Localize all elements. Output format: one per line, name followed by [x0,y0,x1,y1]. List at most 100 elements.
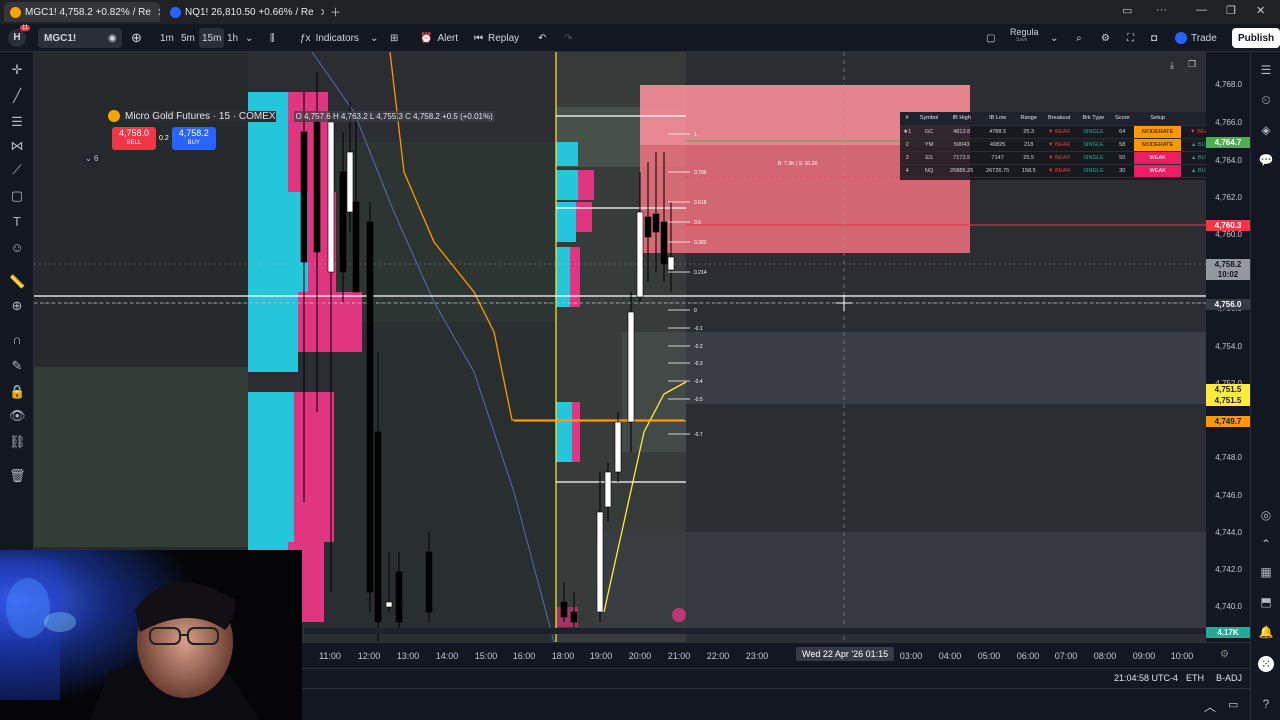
user-avatar[interactable]: H 11 [8,25,31,48]
browser-tab-mgc[interactable]: MGC1! 4,758.2 +0.82% / Re ✕ [4,2,160,22]
table-cell: 158.5 [1015,164,1042,178]
layout-name[interactable]: Regula Save [1010,27,1039,47]
more-icon[interactable]: ··· [1156,4,1167,16]
table-header-cell: Setup [1134,112,1182,126]
alerts-clock-icon[interactable]: ⏲ [1258,92,1274,108]
alert-label: Alert [437,32,459,44]
apps-icon[interactable]: ⁙ [1258,656,1274,672]
table-row: ★1 GC 4813.8 4788.5 25.3 ▼ BEAR SINGLE 64 MODERA… [900,125,1206,139]
browser-tab-nq[interactable]: NQ1! 26,810.50 +0.66% / Re ✕ [164,2,324,22]
settings-icon[interactable]: ⚙ [1220,649,1229,660]
chat-icon[interactable]: 💬 [1258,152,1274,168]
ohlc-values: O 4,757.6 H 4,763.2 L 4,755.3 C 4,758.2 … [293,110,495,122]
add-symbol-icon[interactable]: ⊕ [131,28,142,48]
interval-1m[interactable]: 1m [160,28,174,48]
sell-button[interactable]: 4,758.0 SELL [112,126,156,150]
calendar-icon[interactable]: ▦ [1258,564,1274,580]
close-icon[interactable]: ✕ [314,6,324,19]
chevron-up-icon[interactable]: ︿ [1204,698,1216,715]
maximize-icon[interactable]: ❐ [1188,59,1196,70]
fib-label: 0.786 [694,170,707,176]
help-icon[interactable]: ? [1258,696,1274,712]
clock[interactable]: 21:04:58 UTC-4 [1114,673,1178,683]
time-cursor-label: Wed 22 Apr '26 01:15 [796,647,895,661]
watchlist-icon[interactable]: ☰ [1258,62,1274,78]
indicators-label: Indicators [315,32,359,44]
text-tool-icon[interactable]: T [9,214,25,230]
compare-icon[interactable]: ◉ [108,28,117,48]
chevron-down-icon[interactable]: ⌄ [245,28,253,48]
redo-icon[interactable]: ↷ [564,28,572,48]
link-icon[interactable]: ⛓ [9,434,26,450]
fullscreen-icon[interactable]: ⛶ [1127,28,1134,48]
adjustment-toggle[interactable]: B-ADJ [1216,673,1242,683]
gear-icon[interactable]: ⚙ [1101,28,1110,48]
replay-button[interactable]: ⏮ Replay [474,28,519,48]
table-cell: ▼ BEAR 70% [1181,125,1206,139]
target-icon[interactable]: ◎ [1258,507,1274,523]
interval-5m[interactable]: 5m [181,28,195,48]
trade-button[interactable]: Trade [1175,28,1217,48]
layout-icon[interactable]: ▢ [986,28,995,48]
candle-body [346,151,354,213]
bell-icon[interactable]: 🔔 [1258,624,1274,640]
ideas-icon[interactable]: ⌃ [1258,536,1274,552]
templates-icon[interactable]: ⊞ [390,28,398,48]
table-cell: SINGLE [1076,125,1111,139]
emoji-icon[interactable]: ☺ [9,240,25,256]
camera-icon[interactable]: ◘ [1151,28,1157,48]
candle-body [652,213,660,233]
pencil-lock-icon[interactable]: ✎ [9,358,25,374]
price-label: 4,748.0 [1215,453,1242,462]
trash-icon[interactable]: 🗑 [9,468,26,484]
forecast-icon[interactable]: ⟋ [9,162,25,178]
maximize-panel-icon[interactable]: ▭ [1228,698,1238,711]
geometric-shapes-icon[interactable]: ▢ [9,188,25,204]
cast-icon[interactable]: ▭ [1122,4,1132,17]
close-icon[interactable]: ✕ [151,6,160,19]
ruler-icon[interactable]: 📏 [9,274,25,290]
table-row: 2 YM 50043 49825 218 ▼ BEAR SINGLE 58 MODERATE ▲ … [900,138,1206,152]
window-close-icon[interactable]: ✕ [1256,4,1265,17]
session-toggle[interactable]: ETH [1186,673,1204,683]
publish-button[interactable]: Publish [1232,28,1280,48]
table-header-cell: IB Low [979,112,1016,126]
buy-label: BUY [187,139,200,146]
buy-button[interactable]: 4,758.2 BUY [171,126,216,150]
new-tab-icon[interactable]: ＋ [330,4,341,20]
download-icon[interactable]: ⤓ [1170,60,1174,71]
time-label: 21:00 [667,651,691,661]
search-icon[interactable]: ⌕ [1076,28,1082,48]
price-label: 4,766.0 [1215,118,1242,127]
table-cell: 4813.8 [943,125,980,139]
lock-icon[interactable]: 🔒 [9,384,25,400]
magnet-icon[interactable]: ∩ [9,332,25,348]
right-sidebar: ☰ ⏲ ◈ 💬 ◎ ⌃ ▦ ⬒ 🔔 ⁙ ? [1250,52,1280,720]
chevron-down-icon[interactable]: ⌄ [1050,28,1058,48]
layers-icon[interactable]: ◈ [1258,122,1274,138]
time-label: 19:00 [589,651,613,661]
indicators-button[interactable]: ƒx Indicators [300,28,359,48]
indicator-collapse[interactable]: ⌄ 6 [82,154,102,163]
notifications-icon[interactable]: ⬒ [1258,594,1274,610]
pattern-icon[interactable]: ⋈ [9,138,25,154]
fib-label: 0.214 [694,270,707,276]
interval-1h[interactable]: 1h [227,28,238,48]
trend-line-icon[interactable]: ╱ [9,88,25,104]
fib-tool-icon[interactable]: ☰ [9,114,25,130]
restore-icon[interactable]: ❐ [1226,4,1236,17]
price-axis[interactable]: 4,768.04,766.04,764.04,762.04,760.04,758… [1206,52,1250,642]
chevron-down-icon[interactable]: ⌄ [370,28,378,48]
candle-type-icon[interactable]: ⫼ [270,28,275,48]
interval-15m[interactable]: 15m [199,28,225,48]
eye-icon[interactable]: 👁 [9,408,26,424]
table-cell: ★1 [900,125,915,139]
minimize-icon[interactable]: — [1196,4,1207,16]
alert-button[interactable]: ⏰ Alert [420,28,458,48]
zoom-icon[interactable]: ⊕ [9,298,25,314]
time-label: 16:00 [512,651,536,661]
crosshair-icon[interactable]: ✛ [9,62,25,78]
rewind-icon: ⏮ [474,32,483,44]
undo-icon[interactable]: ↶ [538,28,546,48]
fib-label: 0 [694,308,697,314]
